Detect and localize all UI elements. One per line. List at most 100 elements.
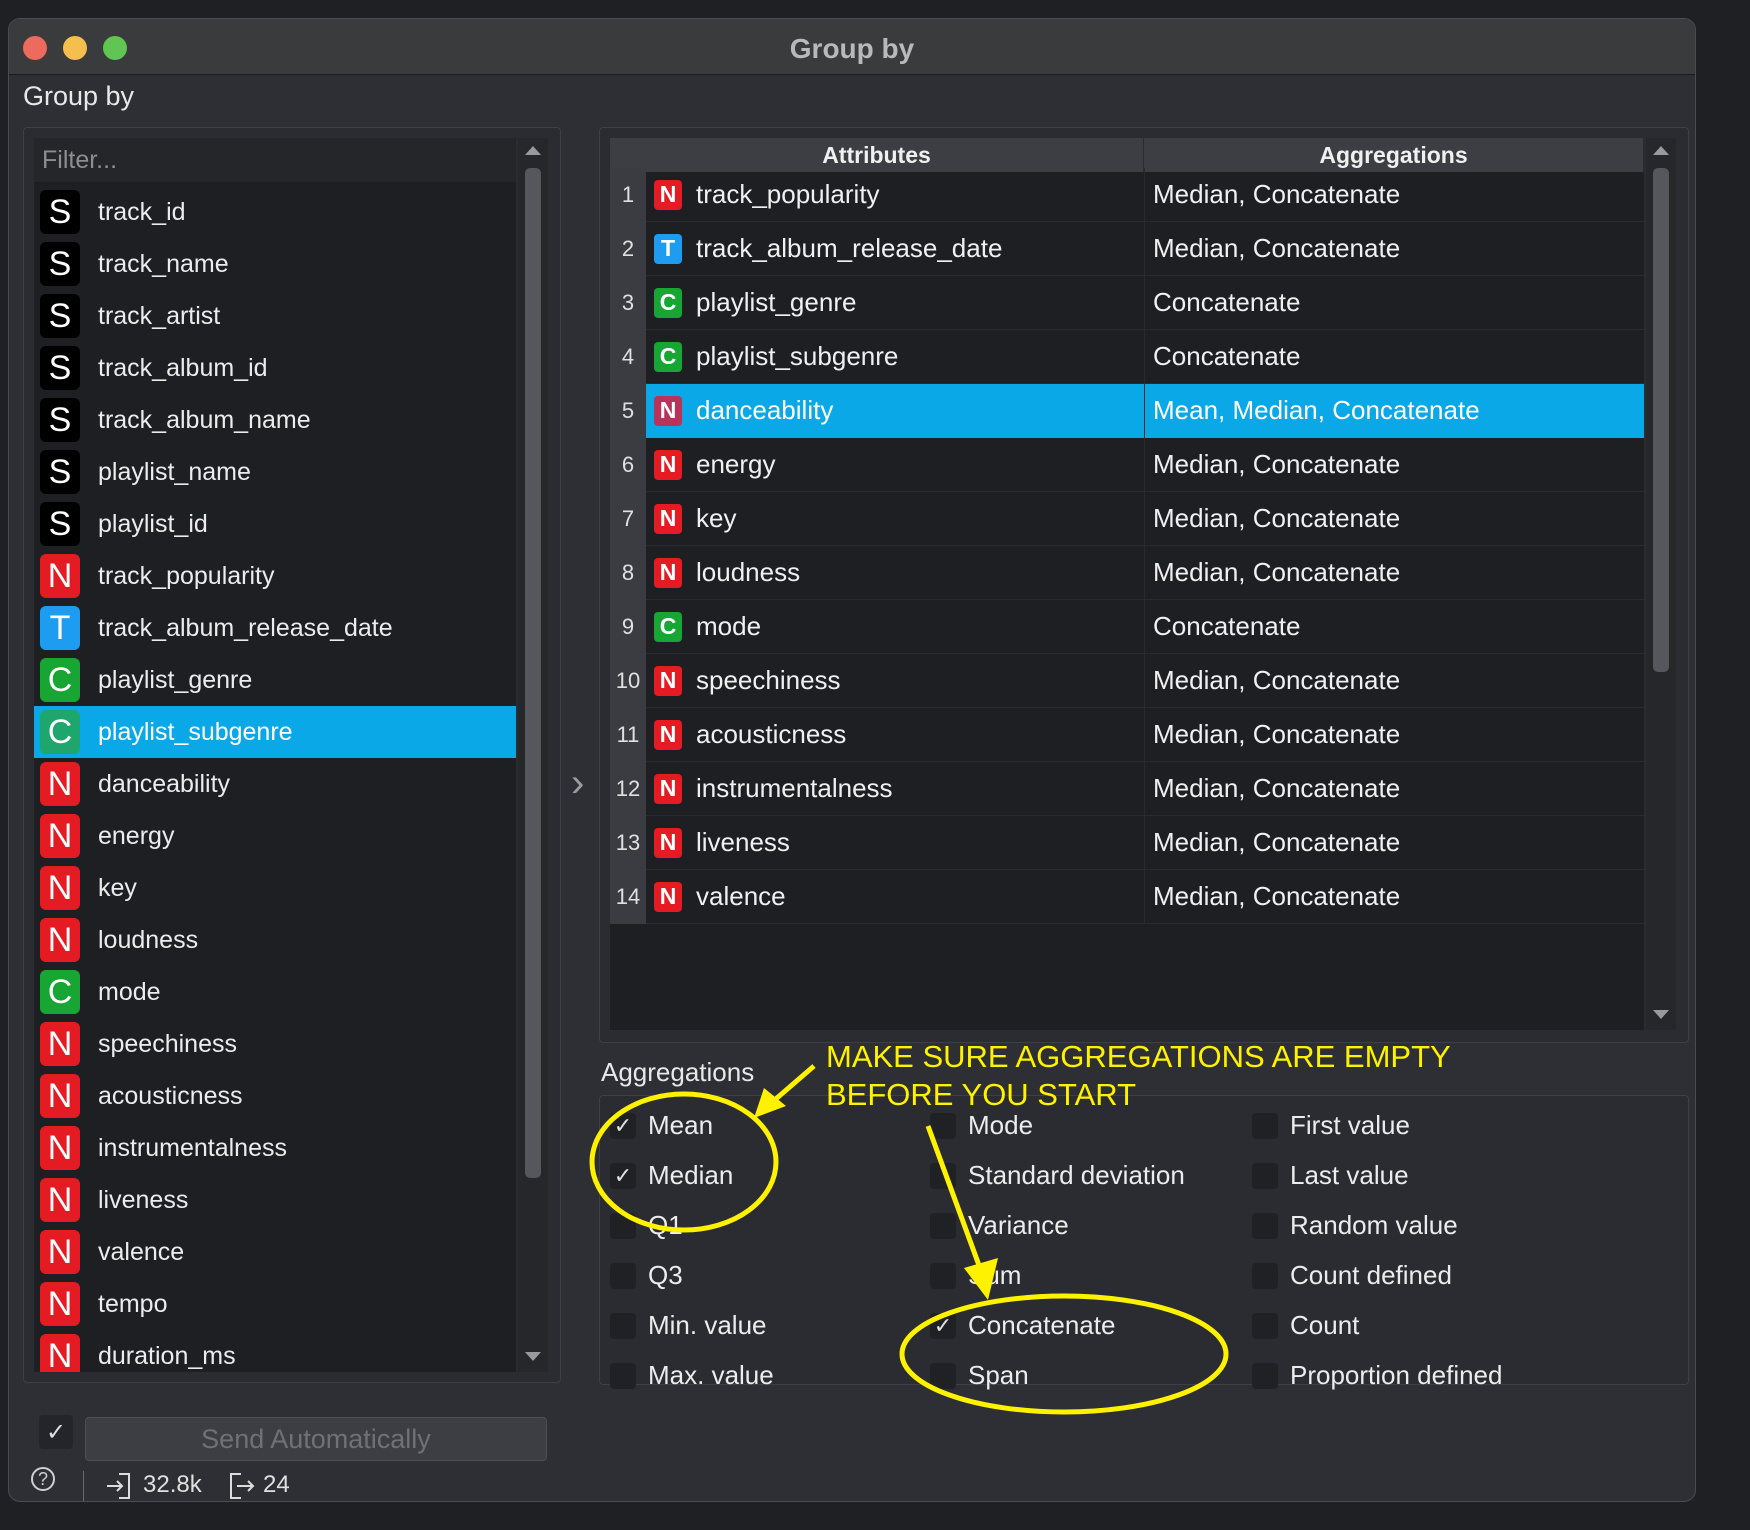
attribute-cell[interactable]: Ninstrumentalness [646, 762, 1144, 816]
list-item[interactable]: Nacousticness [34, 1070, 516, 1122]
table-row[interactable]: 5 Ndanceability Mean, Median, Concatenate [610, 383, 1644, 438]
attribute-cell[interactable]: Ttrack_album_release_date [646, 222, 1144, 276]
aggregations-cell[interactable]: Median, Concatenate [1144, 437, 1644, 492]
list-item[interactable]: Ninstrumentalness [34, 1122, 516, 1174]
checkbox[interactable]: ✓ [610, 1162, 636, 1189]
scroll-up-arrow-icon[interactable] [1653, 146, 1669, 155]
checkbox[interactable] [610, 1262, 636, 1289]
aggregation-count[interactable]: Count [1252, 1310, 1359, 1341]
aggregation-max-value[interactable]: Max. value [610, 1360, 774, 1391]
list-item[interactable]: Strack_album_id [34, 342, 516, 394]
list-item[interactable]: Cplaylist_subgenre [34, 706, 516, 758]
list-item[interactable]: Nenergy [34, 810, 516, 862]
scroll-down-arrow-icon[interactable] [525, 1352, 541, 1361]
checkbox[interactable] [1252, 1312, 1278, 1339]
aggregations-cell[interactable]: Concatenate [1144, 329, 1644, 384]
checkbox[interactable] [1252, 1212, 1278, 1239]
list-item[interactable]: Nloudness [34, 914, 516, 966]
table-row[interactable]: 14 Nvalence Median, Concatenate [610, 869, 1644, 924]
aggregation-span[interactable]: Span [930, 1360, 1029, 1391]
table-row[interactable]: 6 Nenergy Median, Concatenate [610, 437, 1644, 492]
checkbox[interactable] [1252, 1162, 1278, 1189]
table-row[interactable]: 4 Cplaylist_subgenre Concatenate [610, 329, 1644, 384]
group-by-scrollbar[interactable] [518, 138, 548, 1372]
checkbox[interactable] [930, 1212, 956, 1239]
attribute-cell[interactable]: Nenergy [646, 438, 1144, 492]
list-item[interactable]: Cplaylist_genre [34, 654, 516, 706]
table-row[interactable]: 10 Nspeechiness Median, Concatenate [610, 653, 1644, 708]
aggregation-sum[interactable]: Sum [930, 1260, 1021, 1291]
aggregation-proportion-defined[interactable]: Proportion defined [1252, 1360, 1502, 1391]
aggregation-q1[interactable]: Q1 [610, 1210, 683, 1241]
aggregations-cell[interactable]: Median, Concatenate [1144, 707, 1644, 762]
attribute-cell[interactable]: Cmode [646, 600, 1144, 654]
checkbox[interactable] [610, 1312, 636, 1339]
aggregation-mode[interactable]: Mode [930, 1110, 1033, 1141]
aggregations-cell[interactable]: Median, Concatenate [1144, 545, 1644, 600]
list-item[interactable]: Ttrack_album_release_date [34, 602, 516, 654]
aggregation-last-value[interactable]: Last value [1252, 1160, 1409, 1191]
table-row[interactable]: 7 Nkey Median, Concatenate [610, 491, 1644, 546]
attribute-cell[interactable]: Ndanceability [646, 383, 1144, 438]
table-row[interactable]: 13 Nliveness Median, Concatenate [610, 815, 1644, 870]
aggregations-cell[interactable]: Median, Concatenate [1144, 491, 1644, 546]
scrollbar-thumb[interactable] [525, 168, 541, 1178]
attribute-cell[interactable]: Nkey [646, 492, 1144, 546]
attribute-cell[interactable]: Cplaylist_subgenre [646, 330, 1144, 384]
aggregation-mean[interactable]: ✓ Mean [610, 1110, 713, 1141]
list-item[interactable]: Strack_id [34, 186, 516, 238]
checkbox[interactable] [930, 1362, 956, 1389]
attribute-cell[interactable]: Nspeechiness [646, 654, 1144, 708]
attribute-cell[interactable]: Nvalence [646, 870, 1144, 924]
filter-input[interactable] [34, 138, 516, 182]
list-item[interactable]: Ntrack_popularity [34, 550, 516, 602]
scrollbar-thumb[interactable] [1653, 168, 1669, 672]
title-bar[interactable]: Group by [9, 19, 1695, 75]
list-item[interactable]: Strack_artist [34, 290, 516, 342]
table-row[interactable]: 8 Nloudness Median, Concatenate [610, 545, 1644, 600]
table-row[interactable]: 1 Ntrack_popularity Median, Concatenate [610, 167, 1644, 222]
checkbox[interactable] [1252, 1112, 1278, 1139]
aggregation-concatenate[interactable]: ✓ Concatenate [930, 1310, 1115, 1341]
list-item[interactable]: Nkey [34, 862, 516, 914]
attribute-cell[interactable]: Nacousticness [646, 708, 1144, 762]
send-automatically-button[interactable]: Send Automatically [85, 1417, 547, 1461]
checkbox[interactable] [610, 1212, 636, 1239]
attribute-cell[interactable]: Cplaylist_genre [646, 276, 1144, 330]
scroll-up-arrow-icon[interactable] [525, 146, 541, 155]
list-item[interactable]: Splaylist_name [34, 446, 516, 498]
aggregation-random-value[interactable]: Random value [1252, 1210, 1458, 1241]
checkbox[interactable] [930, 1162, 956, 1189]
aggregation-standard-deviation[interactable]: Standard deviation [930, 1160, 1185, 1191]
table-row[interactable]: 11 Nacousticness Median, Concatenate [610, 707, 1644, 762]
list-item[interactable]: Nduration_ms [34, 1330, 516, 1372]
table-row[interactable]: 12 Ninstrumentalness Median, Concatenate [610, 761, 1644, 816]
group-by-list[interactable]: Strack_idStrack_nameStrack_artistStrack_… [34, 138, 516, 1372]
help-icon[interactable]: ? [31, 1467, 55, 1491]
checkbox[interactable]: ✓ [930, 1312, 956, 1339]
attribute-cell[interactable]: Ntrack_popularity [646, 168, 1144, 222]
checkbox[interactable] [1252, 1262, 1278, 1289]
table-row[interactable]: 9 Cmode Concatenate [610, 599, 1644, 654]
table-row[interactable]: 2 Ttrack_album_release_date Median, Concat… [610, 221, 1644, 276]
list-item[interactable]: Splaylist_id [34, 498, 516, 550]
attribute-cell[interactable]: Nloudness [646, 546, 1144, 600]
checkbox[interactable] [1252, 1362, 1278, 1389]
list-item[interactable]: Strack_name [34, 238, 516, 290]
aggregations-cell[interactable]: Mean, Median, Concatenate [1144, 383, 1644, 438]
aggregations-cell[interactable]: Median, Concatenate [1144, 761, 1644, 816]
list-item[interactable]: Ndanceability [34, 758, 516, 810]
list-item[interactable]: Nspeechiness [34, 1018, 516, 1070]
checkbox[interactable] [930, 1112, 956, 1139]
list-item[interactable]: Cmode [34, 966, 516, 1018]
aggregation-first-value[interactable]: First value [1252, 1110, 1410, 1141]
checkbox[interactable] [610, 1362, 636, 1389]
aggregation-min-value[interactable]: Min. value [610, 1310, 767, 1341]
table-scrollbar[interactable] [1646, 138, 1676, 1030]
list-item[interactable]: Strack_album_name [34, 394, 516, 446]
scroll-down-arrow-icon[interactable] [1653, 1010, 1669, 1019]
aggregations-cell[interactable]: Median, Concatenate [1144, 221, 1644, 276]
aggregations-cell[interactable]: Median, Concatenate [1144, 869, 1644, 924]
send-automatically-checkbox[interactable]: ✓ [39, 1415, 73, 1449]
aggregations-cell[interactable]: Median, Concatenate [1144, 653, 1644, 708]
